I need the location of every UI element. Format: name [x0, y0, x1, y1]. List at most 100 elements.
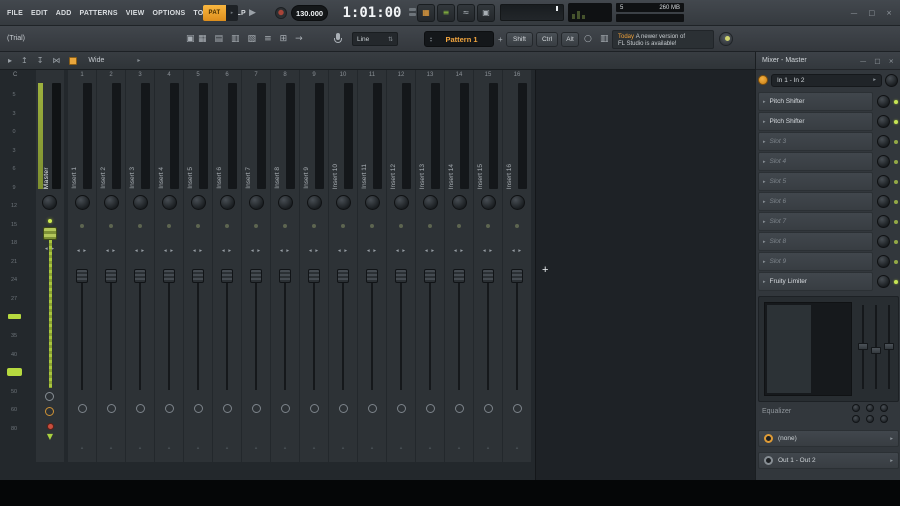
track-name[interactable]: Insert 4 [158, 167, 165, 189]
fader-track[interactable] [313, 276, 315, 390]
effect-slot[interactable]: ▸ Fruity Limiter [756, 272, 900, 291]
mute-led[interactable] [283, 224, 287, 228]
menu-item-patterns[interactable]: PATTERNS [79, 10, 117, 17]
pan-knob[interactable] [509, 195, 525, 210]
fader-track[interactable] [516, 276, 518, 390]
fader-track[interactable] [168, 276, 170, 390]
stereo-sep-icon[interactable]: ◂ ▸ [77, 248, 87, 254]
spinner-down-icon[interactable]: ▾ [430, 39, 432, 43]
hint-bar-icon[interactable]: ▣ [186, 34, 195, 44]
slot-enable-led[interactable] [894, 239, 898, 244]
slot-enable-led[interactable] [894, 219, 898, 224]
effect-slot-bar[interactable]: ▸ Slot 6 [758, 192, 873, 211]
mixer-track-strip[interactable]: 2 Insert 2 ◂ ▸ ▴ [97, 70, 125, 462]
slot-mix-knob[interactable] [877, 135, 890, 148]
effect-slot[interactable]: ▸ Slot 9 [756, 252, 900, 271]
menu-item-file[interactable]: FILE [7, 10, 23, 17]
effect-slot[interactable]: ▸ Slot 7 [756, 212, 900, 231]
fader-track[interactable] [371, 276, 373, 390]
mute-led[interactable] [109, 224, 113, 228]
stereo-sep-icon[interactable]: ◂ ▸ [483, 248, 493, 254]
master-record-dot[interactable] [47, 423, 54, 430]
song-mode-button[interactable]: ▸ [226, 5, 238, 21]
sidechain-link-row[interactable]: (none) ▸ [758, 430, 899, 447]
record-arm-icon[interactable] [309, 404, 319, 413]
mixer-detach-icon[interactable]: ▸ [8, 56, 12, 65]
piano-roll-icon[interactable]: ▤ [215, 34, 224, 44]
mute-led[interactable] [428, 224, 432, 228]
effect-slot-bar[interactable]: ▸ Fruity Limiter [758, 272, 873, 291]
eq-knob[interactable] [852, 415, 860, 423]
mixer-dock-up-icon[interactable]: ↥ [21, 56, 28, 65]
mute-led[interactable] [486, 224, 490, 228]
view-mode-arrow-icon[interactable]: ▸ [137, 57, 140, 64]
pan-knob[interactable] [219, 195, 235, 210]
mute-led[interactable] [515, 224, 519, 228]
mixer-track-strip[interactable]: 1 Insert 1 ◂ ▸ ▴ [68, 70, 96, 462]
master-mute-led[interactable] [48, 219, 52, 223]
pan-knob[interactable] [74, 195, 90, 210]
pat-mode-button[interactable]: PAT [203, 5, 226, 21]
eq-knob[interactable] [880, 404, 888, 412]
mixer-track-strip[interactable]: 16 Insert 16 ◂ ▸ ▴ [503, 70, 531, 462]
shop-icon[interactable]: ▥ [600, 34, 609, 44]
slot-menu-arrow-icon[interactable]: ▸ [763, 279, 766, 285]
pan-knob[interactable] [480, 195, 496, 210]
fader-track[interactable] [255, 276, 257, 390]
mute-led[interactable] [138, 224, 142, 228]
effect-slot[interactable]: ▸ Slot 8 [756, 232, 900, 251]
stereo-sep-icon[interactable]: ◂ ▸ [309, 248, 319, 254]
record-arm-icon[interactable] [222, 404, 232, 413]
slot-enable-led[interactable] [894, 99, 898, 104]
stereo-sep-icon[interactable]: ◂ ▸ [396, 248, 406, 254]
eq-knob[interactable] [866, 415, 874, 423]
ctrl-key-button[interactable]: Ctrl [536, 32, 558, 47]
slot-mix-knob[interactable] [877, 95, 890, 108]
fader-handle[interactable] [424, 269, 436, 283]
mute-led[interactable] [399, 224, 403, 228]
fader-handle[interactable] [337, 269, 349, 283]
inspector-minimize-button[interactable]: — [860, 57, 867, 65]
slot-mix-knob[interactable] [877, 235, 890, 248]
track-name[interactable]: Insert 3 [129, 167, 136, 189]
audio-input-selector[interactable]: In 1 - In 2 ▸ [771, 73, 882, 87]
effect-slot[interactable]: ▸ Pitch Shifter [756, 92, 900, 111]
effect-slot-bar[interactable]: ▸ Pitch Shifter [758, 92, 873, 111]
record-arm-icon[interactable] [367, 404, 377, 413]
track-name[interactable]: Insert 7 [245, 167, 252, 189]
slot-menu-arrow-icon[interactable]: ▸ [763, 139, 766, 145]
stereo-sep-icon[interactable]: ◂ ▸ [512, 248, 522, 254]
stereo-sep-icon[interactable]: ◂ ▸ [193, 248, 203, 254]
minimize-button[interactable]: — [851, 9, 858, 17]
track-name[interactable]: Insert 1 [71, 167, 78, 189]
mixer-track-strip[interactable]: 14 Insert 14 ◂ ▸ ▴ [445, 70, 473, 462]
pan-knob[interactable] [277, 195, 293, 210]
master-disk-record-icon[interactable] [45, 407, 54, 416]
snap-selector[interactable]: Line ⇅ [352, 32, 398, 46]
track-name[interactable]: Insert 8 [274, 167, 281, 189]
pan-knob[interactable] [132, 195, 148, 210]
effect-slot[interactable]: ▸ Slot 5 [756, 172, 900, 191]
effect-slot-bar[interactable]: ▸ Slot 5 [758, 172, 873, 191]
fader-track[interactable] [226, 276, 228, 390]
fader-track[interactable] [284, 276, 286, 390]
mute-led[interactable] [167, 224, 171, 228]
fader-handle[interactable] [76, 269, 88, 283]
slot-mix-knob[interactable] [877, 155, 890, 168]
fader-track[interactable] [342, 276, 344, 390]
tempo-display[interactable]: 130.000 [291, 5, 328, 21]
mic-icon[interactable] [334, 33, 342, 45]
fader-handle[interactable] [163, 269, 175, 283]
pan-knob[interactable] [306, 195, 322, 210]
audio-output-row[interactable]: Out 1 - Out 2 ▸ [758, 452, 899, 469]
toggle-multilink-button[interactable]: ≡ [437, 4, 455, 22]
track-name[interactable]: Insert 16 [506, 164, 513, 189]
eq-slider-handle[interactable] [858, 343, 868, 350]
notification-bulb-icon[interactable] [719, 32, 733, 46]
slot-menu-arrow-icon[interactable]: ▸ [763, 239, 766, 245]
browser-icon[interactable]: ≡ [264, 34, 272, 44]
menu-item-view[interactable]: VIEW [126, 10, 145, 17]
inspector-close-button[interactable]: × [889, 57, 894, 65]
toggle-monitor-button[interactable]: ▣ [477, 4, 495, 22]
record-arm-icon[interactable] [251, 404, 261, 413]
